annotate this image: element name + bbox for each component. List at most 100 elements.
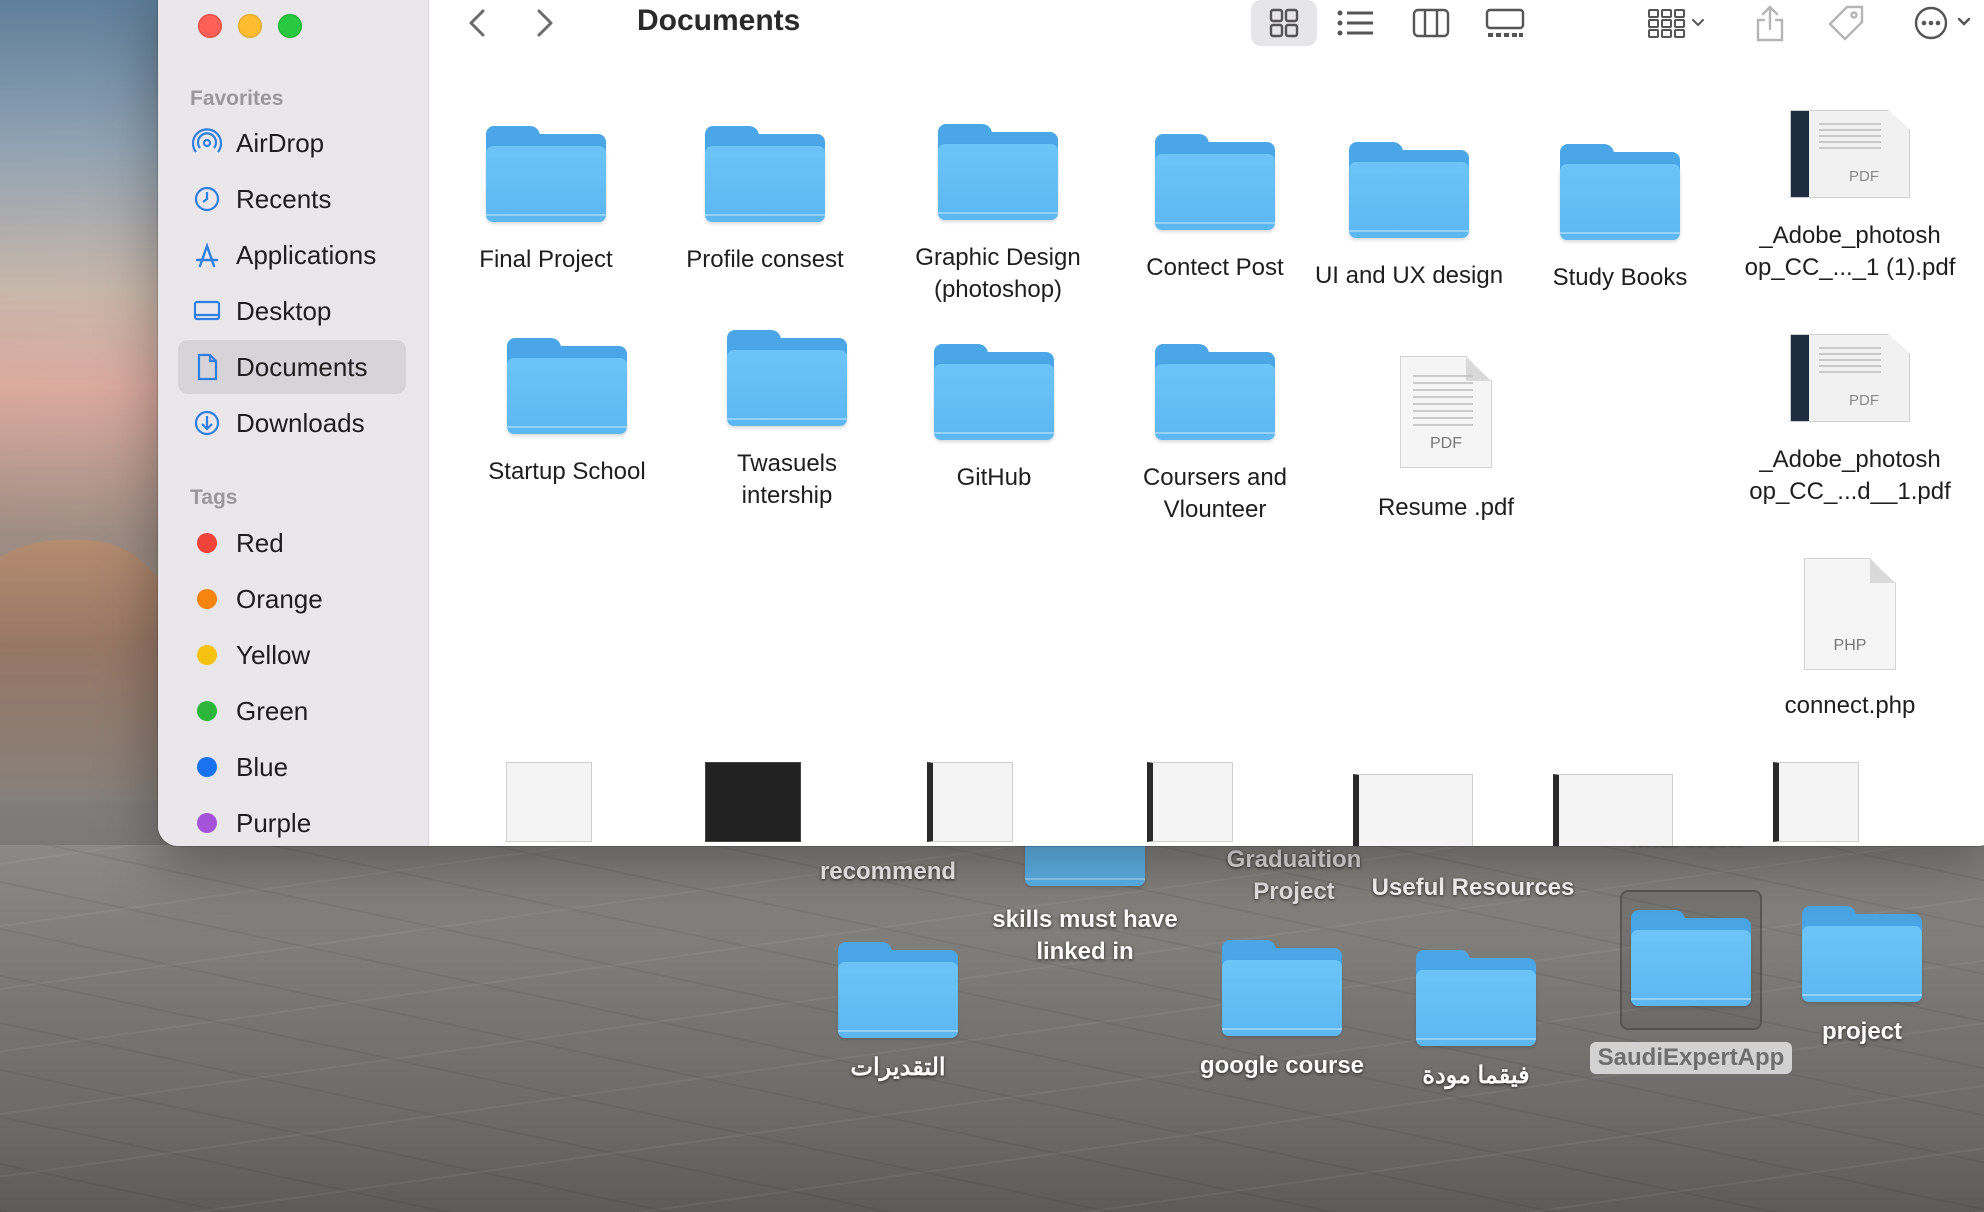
window-controls [198,14,302,38]
file-item[interactable]: Startup School [467,338,667,488]
folder-icon [1560,144,1680,240]
close-button[interactable] [198,14,222,38]
folder-icon [507,338,627,434]
wallpaper-rock [0,540,180,800]
desktop-icon [192,296,222,326]
folder-icon [705,126,825,222]
file-thumbnail[interactable] [1773,762,1859,842]
tag-color-dot [197,645,217,665]
forward-button[interactable] [525,0,565,46]
desktop-item-label: project [1821,1018,1902,1045]
folder-icon [938,124,1058,220]
list-view-icon [1337,10,1373,36]
document-icon [192,352,222,382]
favorites-heading: Favorites [190,87,284,110]
file-item[interactable]: PDF _Adobe_photosh op_CC_...d__1.pdf [1735,334,1965,508]
sidebar-tag-orange[interactable]: Orange [178,572,406,626]
sidebar-item-recents[interactable]: Recents [178,172,406,226]
gallery-view-button[interactable] [1475,0,1535,46]
more-actions-button[interactable] [1907,0,1983,46]
file-item[interactable]: UI and UX design [1309,142,1509,292]
folder-icon [1631,910,1751,1006]
file-item[interactable]: Study Books [1520,144,1720,294]
file-item[interactable]: Profile consest [665,126,865,276]
file-item[interactable]: PDF _Adobe_photosh op_CC_..._1 (1).pdf [1735,110,1965,284]
sidebar-item-label: Green [236,695,309,726]
file-item[interactable]: PDF Resume .pdf [1346,356,1546,524]
desktop-item-label: skills must have linked in [992,906,1178,965]
folder-icon [1349,142,1469,238]
file-thumbnail[interactable] [927,762,1013,842]
file-item[interactable]: GitHub [894,344,1094,494]
file-item[interactable]: Coursers and Vlounteer [1115,344,1315,526]
forward-icon [537,9,553,37]
sidebar-tag-yellow[interactable]: Yellow [178,628,406,682]
file-name: Final Project [479,246,613,273]
window-title: Documents [637,4,801,37]
tag-color-dot [197,813,217,833]
file-name: _Adobe_photosh op_CC_..._1 (1).pdf [1744,222,1956,281]
sidebar-tag-purple[interactable]: Purple [178,796,406,846]
desktop-item[interactable]: التقديرات [788,942,1008,1084]
file-item[interactable]: Graphic Design (photoshop) [898,124,1098,306]
file-item[interactable]: Contect Post [1115,134,1315,284]
file-thumbnail[interactable] [1553,774,1673,846]
file-item[interactable]: PHP connect.php [1735,558,1965,722]
sidebar-item-applications[interactable]: Applications [178,228,406,282]
share-icon [1756,5,1784,42]
tag-color-dot [197,701,217,721]
file-thumbnail[interactable] [1353,774,1473,846]
desktop-item[interactable]: فيقما مودة [1366,950,1586,1092]
file-name: _Adobe_photosh op_CC_...d__1.pdf [1749,446,1951,505]
share-button[interactable] [1747,0,1793,46]
file-name: Resume .pdf [1377,494,1515,521]
file-thumbnail[interactable] [1147,762,1233,842]
desktop-item[interactable]: google course [1172,940,1392,1082]
column-view-button[interactable] [1403,0,1459,46]
file-name: Twasuels intership [736,450,838,509]
sidebar-tag-red[interactable]: Red [178,516,406,570]
pdf-thumbnail: PDF [1790,334,1910,422]
gallery-view-icon [1485,8,1525,37]
file-item[interactable]: Twasuels intership [687,330,887,512]
sidebar-item-desktop[interactable]: Desktop [178,284,406,338]
sidebar-tag-blue[interactable]: Blue [178,740,406,794]
sidebar-item-label: Applications [236,239,377,270]
desktop-item-label: recommend [819,858,957,885]
file-thumbnail[interactable] [705,762,801,842]
folder-icon [486,126,606,222]
desktop-item[interactable]: recommend [778,842,998,888]
icon-view-button[interactable] [1251,0,1317,46]
file-name: Study Books [1552,264,1688,291]
sidebar-item-label: AirDrop [236,127,325,158]
zoom-button[interactable] [278,14,302,38]
file-item[interactable]: Final Project [446,126,646,276]
group-button[interactable] [1639,0,1715,46]
folder-icon [727,330,847,426]
desktop-item[interactable]: project [1752,906,1972,1048]
sidebar-item-downloads[interactable]: Downloads [178,396,406,450]
list-view-button[interactable] [1327,0,1383,46]
sidebar-item-airdrop[interactable]: AirDrop [178,116,406,170]
tag-icon [1828,5,1864,41]
tag-button[interactable] [1821,0,1871,46]
php-document-icon: PHP [1804,558,1896,670]
tag-color-dot [197,757,217,777]
sidebar-item-label: Recents [236,183,332,214]
tags-heading: Tags [190,486,238,509]
folder-icon [1155,134,1275,230]
group-icon [1648,9,1704,38]
sidebar-item-label: Red [236,527,284,558]
desktop-item[interactable]: Useful Resources [1363,858,1583,904]
back-button[interactable] [457,0,497,46]
file-thumbnail[interactable] [506,762,592,842]
finder-window: Favorites AirDrop Recents Applications D… [158,0,1984,846]
applications-icon [192,240,222,270]
desktop-item-label: google course [1199,1052,1365,1079]
sidebar-item-label: Orange [236,583,323,614]
minimize-button[interactable] [238,14,262,38]
desktop-item-label: التقديرات [850,1054,946,1081]
sidebar-item-documents[interactable]: Documents [178,340,406,394]
sidebar-tag-green[interactable]: Green [178,684,406,738]
desktop-item[interactable]: skills must have linked in [975,830,1195,968]
